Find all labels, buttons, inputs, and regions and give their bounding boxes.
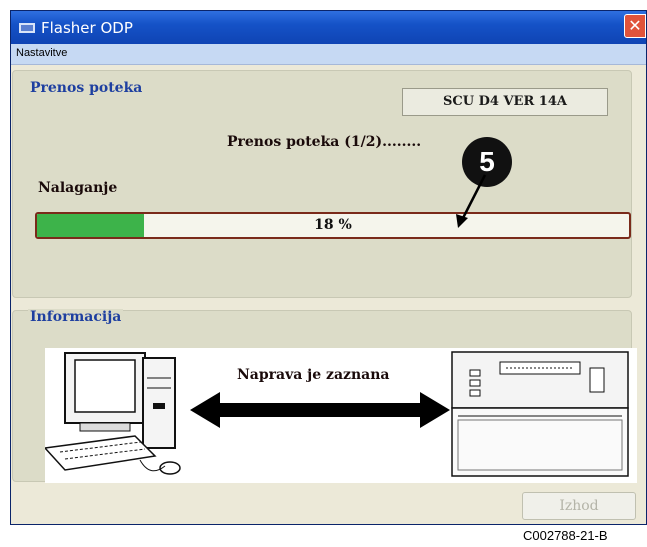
close-icon: ✕ [628,18,642,35]
transfer-group-legend: Prenos poteka [28,80,145,96]
info-group-legend: Informacija [28,309,124,325]
app-icon [19,23,35,33]
progress-label: 18 % [314,217,352,233]
exit-button[interactable]: Izhod [522,492,636,520]
progress-bar: 18 % [35,212,631,239]
callout-arrow-icon [456,174,487,228]
menu-item-nastavitve[interactable]: Nastavitve [16,47,67,59]
title-bar[interactable]: Flasher ODP ✕ [11,11,646,44]
computer-icon [45,352,181,475]
menu-bar: Nastavitve [11,44,646,65]
loading-label: Nalaganje [38,180,118,196]
boiler-icon [451,351,629,477]
transfer-status: Prenos poteka (1/2)........ [227,134,422,150]
window-title: Flasher ODP [41,19,133,37]
version-field: SCU D4 VER 14A [402,88,608,116]
device-status-label: Naprava je zaznana [237,367,390,383]
bidirectional-arrow-icon [190,392,450,428]
figure-caption: C002788-21-B [523,528,608,543]
close-button[interactable]: ✕ [624,14,646,38]
